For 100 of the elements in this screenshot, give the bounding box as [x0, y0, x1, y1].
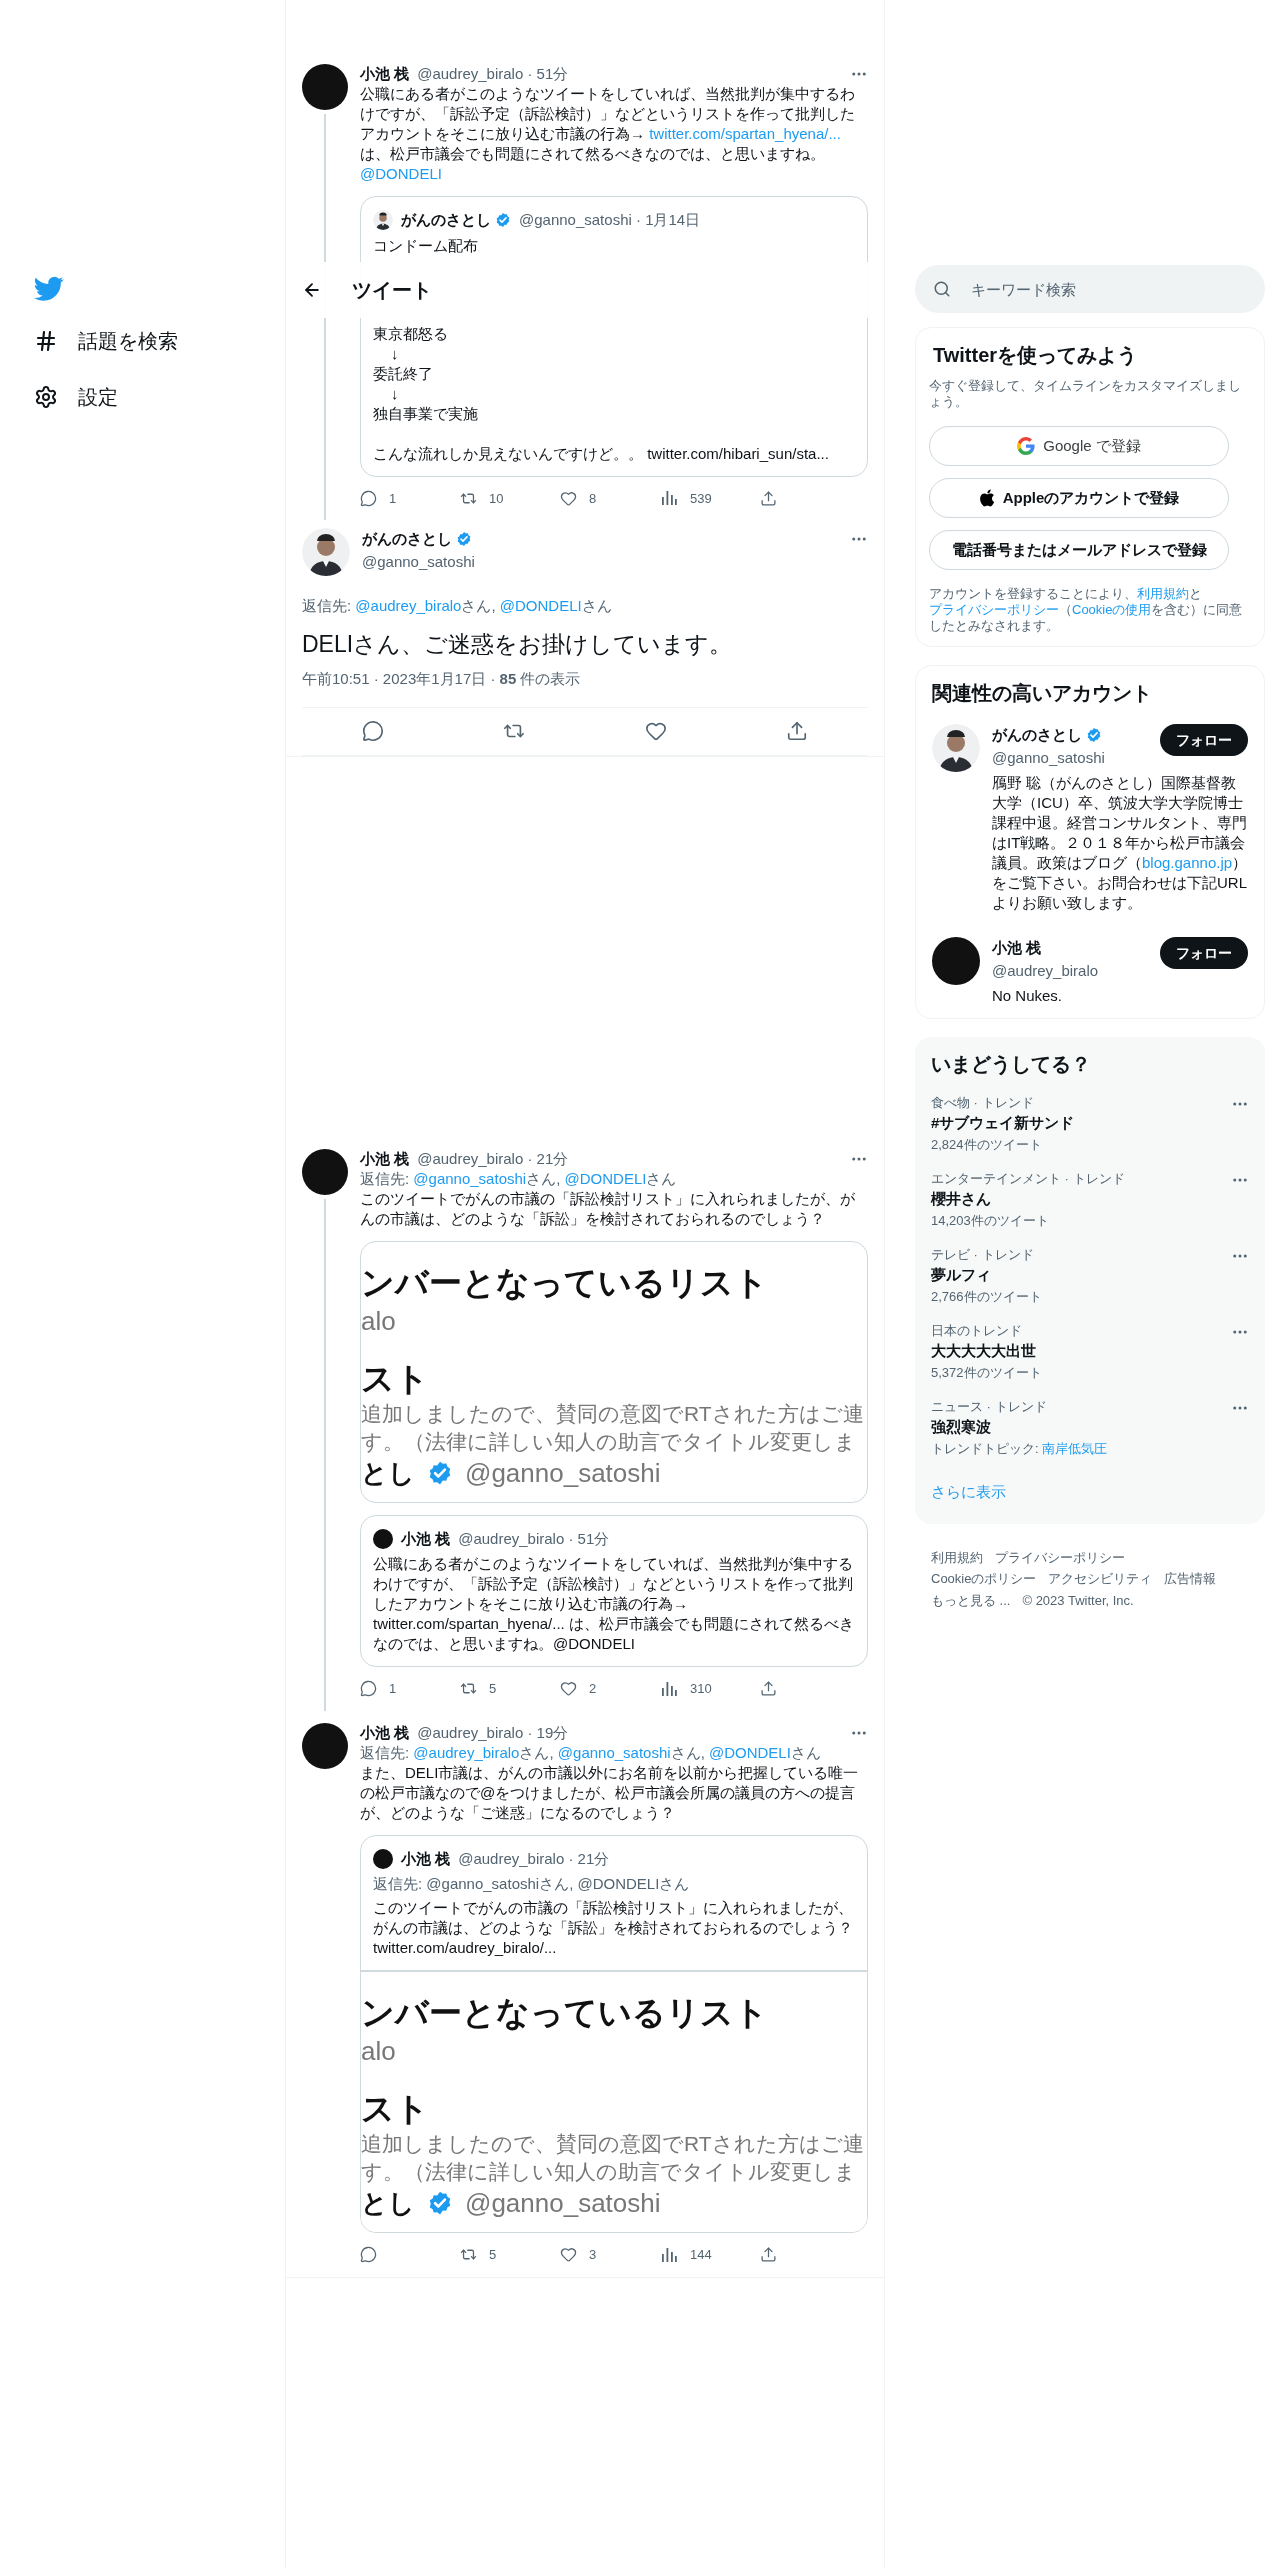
avatar[interactable] [302, 528, 350, 576]
avatar[interactable] [302, 1722, 348, 1769]
footer-link[interactable]: プライバシーポリシー [995, 1547, 1125, 1567]
list-description: す。（法律に詳しい知人の助言でタイトル変更しま [361, 1428, 857, 1455]
trend-count: 2,824件のツイート [931, 1137, 1043, 1153]
card-title: いまどうしてる？ [931, 1052, 1092, 1077]
avatar[interactable] [373, 1528, 393, 1549]
trend-name: 櫻井さん [931, 1189, 992, 1209]
trend-context: 食べ物 · トレンド [931, 1095, 1035, 1111]
list-owner: alo [361, 1304, 397, 1338]
reply-button[interactable] [361, 720, 384, 742]
back-button[interactable] [302, 280, 322, 300]
follow-button[interactable]: フォロー [1160, 724, 1248, 756]
footer-link[interactable]: Cookieのポリシー [931, 1569, 1037, 1589]
list-heading: スト [361, 2089, 430, 2129]
avatar[interactable] [373, 210, 393, 231]
reply-to-line: 返信先: @audrey_biraloさん, @ganno_satoshiさん, @DONDELIさん [360, 1742, 822, 1763]
search-icon [933, 280, 951, 298]
footer-link[interactable]: アクセシビリティ [1048, 1569, 1153, 1589]
retweet-button[interactable]: 5 [460, 1679, 560, 1699]
author-handle: @ganno_satoshi [465, 2187, 661, 2220]
footer-link[interactable]: もっと見る ... [931, 1590, 1011, 1610]
handle-time: @audrey_biralo · 51分 [458, 1528, 610, 1549]
author-name: がんのさとし [362, 529, 452, 549]
handle-time: @ganno_satoshi · 1月14日 [519, 210, 701, 230]
trend-context: ニュース · トレンド [931, 1399, 1048, 1415]
like-button[interactable]: 3 [560, 2245, 660, 2265]
like-button[interactable]: 2 [560, 1679, 660, 1699]
image-card[interactable]: ンバーとなっているリスト alo スト 追加しましたので、賛同の意図でRTされた方はご連 す。（法律に詳しい知人の助言でタイトル変更しま とし @ganno_satoshi [360, 1240, 868, 1503]
reply-icon [360, 489, 377, 507]
nav-item[interactable]: 話題を検索 [34, 326, 285, 356]
tweet-meta: 午前10:51 · 2023年1月17日 · 85 件の表示 [302, 668, 868, 708]
nav-item[interactable]: 設定 [34, 382, 285, 412]
trend-topic: トレンドトピック: 南岸低気圧 [931, 1441, 1109, 1457]
image-card[interactable]: ンバーとなっているリスト alo スト 追加しましたので、賛同の意図でRTされた方はご連 す。（法律に詳しい知人の助言でタイトル変更しま とし @ganno_satoshi [361, 1970, 867, 2232]
bar-chart-icon [660, 489, 678, 508]
bird-logo-icon[interactable] [34, 276, 64, 302]
avatar[interactable] [932, 937, 980, 985]
author-name: 小池 栈 [360, 1722, 410, 1743]
share-icon [760, 1680, 777, 1698]
reply-button[interactable]: 1 [360, 488, 460, 508]
arrow-glyph: ↓ [390, 343, 400, 364]
reply-icon [360, 2246, 377, 2264]
avatar[interactable] [373, 1848, 393, 1869]
retweet-button[interactable]: 5 [460, 2245, 560, 2265]
views-button[interactable]: 539 [660, 488, 760, 508]
card-title: 関連性の高いアカウント [932, 681, 1153, 706]
share-button[interactable] [786, 720, 809, 742]
follow-button[interactable]: フォロー [1160, 937, 1248, 969]
share-icon [760, 2246, 777, 2264]
quoted-tweet[interactable]: 小池 栈 @audrey_biralo · 51分 公職にある者がこのようなツイートをしていれば、当然批判が集中するわけですが、「訴訟予定（訴訟検討）」などというリストを作って批判したアカウントをそこに放り込む市議の行為→ twitter.com/spartan_hyena/... は、松戸市議会でも問題にされて然るべきなのでは、と思いますね。@DONDELI [360, 1514, 868, 1667]
list-heading: スト [361, 1358, 430, 1399]
reply-icon [361, 720, 384, 742]
trend-name: 強烈寒波 [931, 1417, 992, 1437]
reply-to-line: 返信先: @ganno_satoshiさん, @DONDELIさん [360, 1168, 678, 1189]
trend-item[interactable]: テレビ · トレンド 夢ルフィ 2,766件のツイート [931, 1247, 1249, 1305]
hashtag-icon [34, 329, 58, 353]
trend-name: #サブウェイ新サンド [931, 1113, 1076, 1133]
reply-button[interactable]: 1 [360, 1679, 460, 1699]
author-name: とし [361, 2187, 415, 2220]
list-owner: alo [361, 2035, 397, 2068]
trend-item[interactable]: 日本のトレンド 大大大大大出世 5,372件のツイート [931, 1323, 1249, 1381]
footer-link[interactable]: © 2023 Twitter, Inc. [1022, 1590, 1134, 1610]
trend-name: 大大大大大出世 [931, 1341, 1037, 1361]
avatar[interactable] [302, 64, 348, 110]
account-name: がんのさとし [992, 725, 1082, 745]
trend-item[interactable]: エンターテインメント · トレンド 櫻井さん 14,203件のツイート [931, 1171, 1249, 1229]
tweet-text: コンドーム配布 [373, 235, 479, 256]
list-description: 追加しましたので、賛同の意図でRTされた方はご連 [361, 2131, 865, 2157]
tweet-link[interactable]: twitter.com/audrey_biralo/... [373, 1938, 855, 1958]
author-name: 小池 栈 [401, 1528, 451, 1549]
list-title: ンバーとなっているリスト [361, 1262, 769, 1303]
footer-link[interactable]: 広告情報 [1164, 1569, 1217, 1589]
quoted-tweet[interactable] [360, 1834, 868, 2233]
trend-count: 5,372件のツイート [931, 1365, 1043, 1381]
views-button[interactable]: 144 [660, 2245, 760, 2265]
tweet-text: このツイートでがんの市議の「訴訟検討リスト」に入れられましたが、がんの市議は、どのような「訴訟」を検討されておられるのでしょう？ [373, 1898, 854, 1938]
trend-name: 夢ルフィ [931, 1265, 992, 1285]
author-handle: @ganno_satoshi [465, 1456, 661, 1490]
avatar[interactable] [302, 1148, 348, 1195]
like-icon [560, 1680, 577, 1698]
like-button[interactable]: 8 [560, 488, 660, 508]
retweet-button[interactable]: 10 [460, 488, 560, 508]
views-button[interactable]: 310 [660, 1679, 760, 1699]
footer-link[interactable]: 利用規約 [931, 1547, 983, 1567]
like-button[interactable] [644, 720, 667, 742]
trend-item[interactable]: ニュース · トレンド 強烈寒波 トレンドトピック: 南岸低気圧 [931, 1399, 1249, 1457]
handle-time: @audrey_biralo · 19分 [417, 1722, 569, 1743]
apple-logo-icon [978, 489, 995, 507]
trend-context: テレビ · トレンド [931, 1247, 1035, 1263]
avatar[interactable] [932, 724, 980, 772]
list-title: ンバーとなっているリスト [361, 1993, 769, 2033]
tweet-text: このツイートでがんの市議の「訴訟検討リスト」に入れられましたが、がんの市議は、どのような「訴訟」を検討されておられるのでしょう？ [360, 1188, 856, 1229]
account-bio: 鴈野 聡（がんのさとし）国際基督教大学（ICU）卒、筑波大学大学院博士課程中退。経営コンサルタント、専門はIT戦略。２０１８年から松戸市議会議員。政策はブログ（blog.ganno.jp）をご覧下さい。お問合わせは下記URLよりお願い致します。 [992, 773, 1248, 913]
trend-count: 14,203件のツイート [931, 1213, 1050, 1229]
tweet-text: 独自事業で実施 [373, 403, 479, 424]
bar-chart-icon [660, 2245, 678, 2264]
search-field[interactable]: キーワード検索 [915, 265, 1265, 313]
trend-item[interactable]: 食べ物 · トレンド #サブウェイ新サンド 2,824件のツイート [931, 1095, 1249, 1153]
reply-to-line: 返信先: @ganno_satoshiさん, @DONDELIさん [373, 1874, 691, 1894]
